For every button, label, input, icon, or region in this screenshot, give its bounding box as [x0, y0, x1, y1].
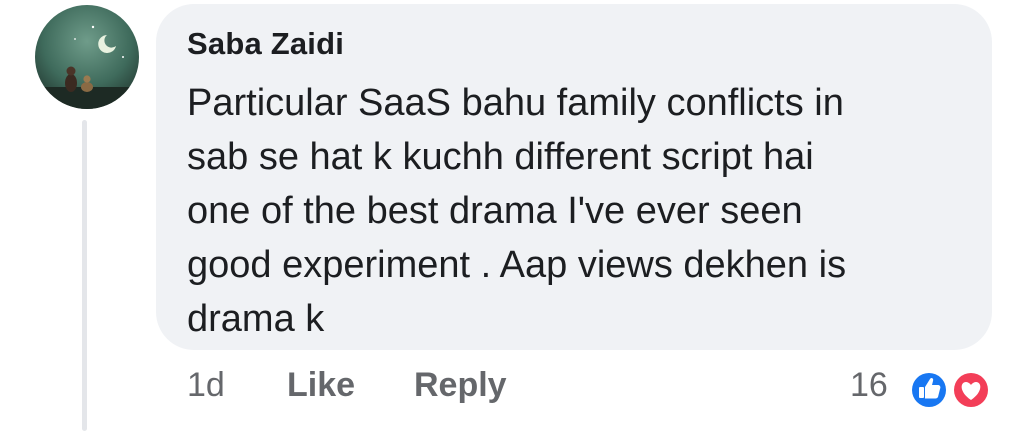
like-icon: [909, 370, 949, 410]
avatar-image: [35, 5, 139, 109]
like-button[interactable]: Like: [287, 366, 355, 405]
reaction-count[interactable]: 16: [850, 366, 888, 405]
thread-connector-line: [82, 120, 87, 431]
reaction-icons[interactable]: [905, 366, 997, 416]
love-icon: [951, 370, 991, 410]
reply-button[interactable]: Reply: [414, 366, 507, 405]
comment-text-line: good experiment . Aap views dekhen is: [187, 244, 847, 286]
comment-text: Particular SaaS bahu family conflicts in…: [187, 76, 977, 346]
avatar[interactable]: [35, 5, 139, 109]
comment-thread: Saba Zaidi Particular SaaS bahu family c…: [0, 0, 1024, 431]
comment-text-line: sab se hat k kuchh different script hai: [187, 136, 814, 178]
comment-text-line: one of the best drama I've ever seen: [187, 190, 803, 232]
comment-timestamp[interactable]: 1d: [187, 366, 225, 405]
comment-author-name[interactable]: Saba Zaidi: [187, 26, 344, 62]
comment-text-line: drama k: [187, 298, 325, 340]
comment-text-line: Particular SaaS bahu family conflicts in: [187, 82, 844, 124]
